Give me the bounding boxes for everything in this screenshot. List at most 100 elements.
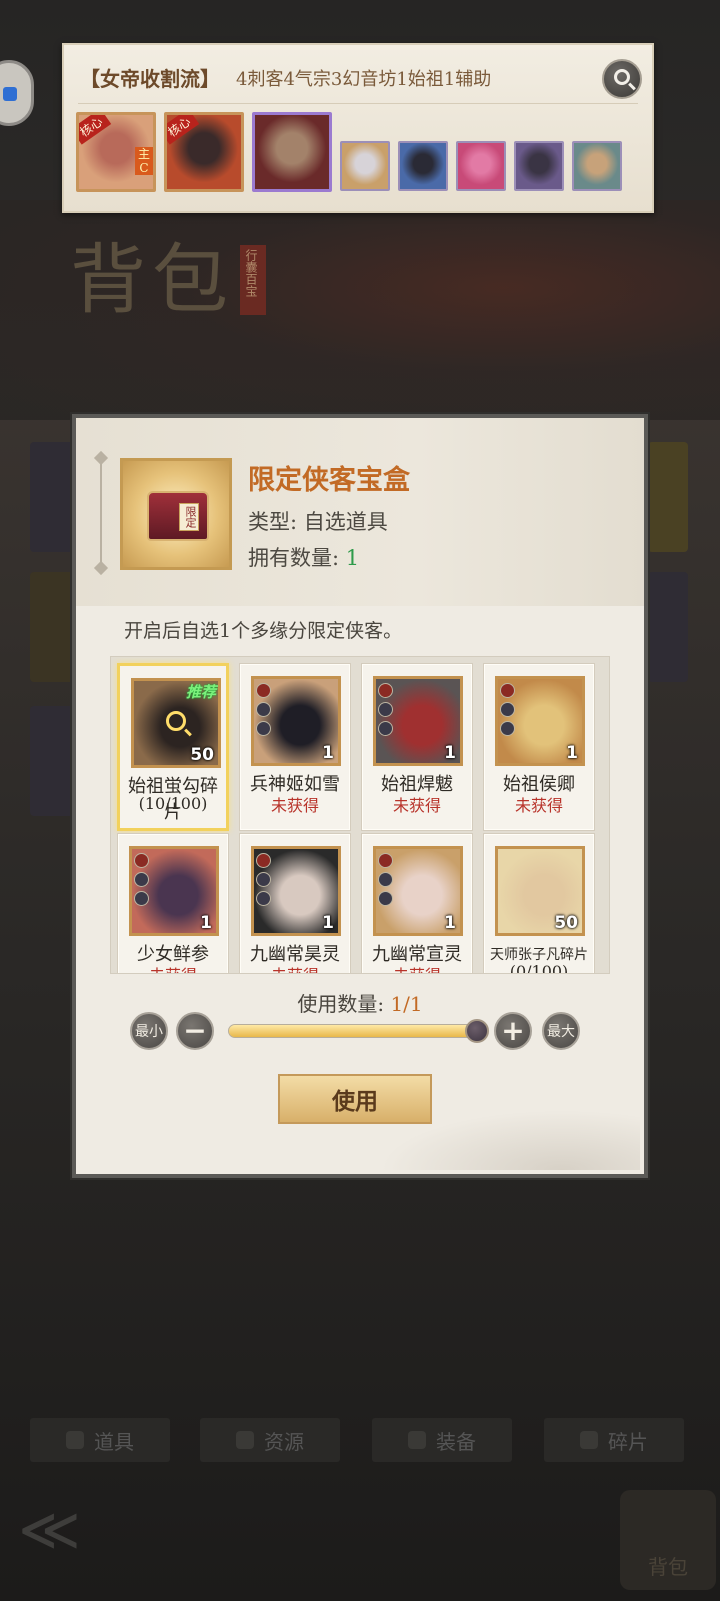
decrease-button[interactable]: − bbox=[176, 1012, 214, 1050]
magnifier-icon[interactable] bbox=[166, 711, 186, 731]
equipment-icon bbox=[408, 1431, 426, 1449]
item-count: 1 bbox=[566, 743, 578, 763]
faction-icon bbox=[134, 891, 149, 906]
hero-card[interactable]: 50 天师张子凡碎片 (0/100) bbox=[483, 833, 595, 974]
max-button[interactable]: 最大 bbox=[542, 1012, 580, 1050]
slider-fill bbox=[229, 1025, 477, 1037]
faction-icon bbox=[256, 702, 271, 717]
faction-icon bbox=[256, 872, 271, 887]
hero-card[interactable]: 1 兵神姬如雪 未获得 bbox=[239, 663, 351, 831]
bag-button-label: 背包 bbox=[648, 1555, 688, 1579]
hero-face bbox=[458, 143, 504, 189]
hero-card[interactable]: 推荐 50 始祖蛍勾碎片 (10/100) bbox=[117, 663, 229, 831]
tab-resources[interactable]: 资源 bbox=[200, 1418, 340, 1462]
chat-icon bbox=[3, 87, 17, 101]
hero-status: (10/100) bbox=[138, 794, 208, 813]
background-title: 背包 bbox=[70, 235, 234, 324]
divider bbox=[78, 103, 638, 104]
plus-icon: + bbox=[501, 1014, 525, 1047]
lineup-banner[interactable]: 【女帝收割流】 4刺客4气宗3幻音坊1始祖1辅助 核心 主C 核心 bbox=[62, 43, 654, 213]
faction-badges bbox=[256, 683, 274, 740]
search-icon bbox=[614, 69, 630, 85]
lineup-hero-portrait[interactable] bbox=[340, 141, 390, 191]
lineup-search-button[interactable] bbox=[602, 59, 642, 99]
minus-icon: − bbox=[183, 1014, 207, 1047]
faction-icon bbox=[500, 721, 515, 736]
lineup-hero-portrait[interactable]: 核心 bbox=[164, 112, 244, 192]
use-count-label: 使用数量: bbox=[297, 992, 391, 1016]
item-count: 1 bbox=[322, 743, 334, 763]
item-count: 1 bbox=[322, 913, 334, 933]
faction-icon bbox=[134, 853, 149, 868]
lineup-hero-portrait[interactable] bbox=[252, 112, 332, 192]
decor-rail bbox=[100, 458, 102, 568]
hero-status: (0/100) bbox=[509, 962, 569, 974]
hero-status: 未获得 bbox=[118, 962, 228, 973]
hero-card[interactable]: 1 始祖焊魃 未获得 bbox=[361, 663, 473, 831]
lineup-hero-portrait[interactable] bbox=[572, 141, 622, 191]
hero-face bbox=[574, 143, 620, 189]
hero-card[interactable]: 1 始祖侯卿 未获得 bbox=[483, 663, 595, 831]
faction-icon bbox=[256, 721, 271, 736]
hero-card[interactable]: 1九幽常昊灵未获得 bbox=[239, 833, 351, 973]
lineup-hero-portrait[interactable] bbox=[514, 141, 564, 191]
fragments-icon bbox=[580, 1431, 598, 1449]
background-item-slot bbox=[648, 572, 688, 682]
faction-icon bbox=[500, 683, 515, 698]
hero-face bbox=[400, 143, 446, 189]
lineup-description: 4刺客4气宗3幻音坊1始祖1辅助 bbox=[236, 69, 492, 90]
hero-face bbox=[516, 143, 562, 189]
item-count: 1 bbox=[444, 743, 456, 763]
tab-resources-label: 资源 bbox=[264, 1429, 304, 1454]
faction-badges bbox=[500, 683, 518, 740]
tab-equipment-label: 装备 bbox=[436, 1429, 476, 1454]
background-item-slot bbox=[30, 706, 76, 816]
faction-icon bbox=[378, 702, 393, 717]
item-name: 限定侠客宝盒 bbox=[248, 465, 410, 496]
hero-status: 未获得 bbox=[392, 796, 441, 815]
lineup-hero-portrait[interactable]: 核心 主C bbox=[76, 112, 156, 192]
tab-fragments[interactable]: 碎片 bbox=[544, 1418, 684, 1462]
items-icon bbox=[66, 1431, 84, 1449]
lineup-hero-portrait[interactable] bbox=[398, 141, 448, 191]
back-button[interactable]: ≪ bbox=[18, 1500, 98, 1560]
quantity-slider[interactable] bbox=[228, 1019, 489, 1043]
hero-portrait: 1 bbox=[373, 846, 463, 936]
item-type: 类型: 自选道具 bbox=[248, 510, 388, 534]
hero-choice-grid[interactable]: 推荐 50 始祖蛍勾碎片 (10/100) 1 兵神姬如雪 未获得 1 始祖焊魃 未获得 1 始祖侯卿… bbox=[110, 656, 610, 974]
lineup-title: 【女帝收割流】 bbox=[80, 67, 220, 91]
treasure-chest-icon: 限定 bbox=[147, 491, 209, 541]
background-item-slot bbox=[30, 572, 76, 682]
item-count: 1 bbox=[444, 913, 456, 933]
item-count: 50 bbox=[190, 745, 214, 765]
faction-badges bbox=[378, 683, 396, 740]
faction-icon bbox=[500, 702, 515, 717]
faction-icon bbox=[378, 853, 393, 868]
recommend-tag: 推荐 bbox=[185, 683, 216, 701]
lineup-hero-portrait[interactable] bbox=[456, 141, 506, 191]
min-label: 最小 bbox=[135, 1024, 163, 1040]
hero-status: 未获得 bbox=[270, 796, 319, 815]
hero-portrait: 推荐 50 bbox=[131, 678, 221, 768]
hero-name: 天师张子凡碎片 bbox=[490, 947, 588, 963]
hero-status: 未获得 bbox=[514, 796, 563, 815]
slider-handle[interactable] bbox=[465, 1019, 489, 1043]
hero-portrait: 1 bbox=[129, 846, 219, 936]
min-button[interactable]: 最小 bbox=[130, 1012, 168, 1050]
hero-face bbox=[255, 115, 329, 189]
side-float-button[interactable] bbox=[0, 60, 34, 126]
faction-badges bbox=[378, 853, 396, 910]
bag-button[interactable]: 背包 bbox=[620, 1490, 716, 1590]
max-label: 最大 bbox=[547, 1024, 575, 1040]
faction-icon bbox=[134, 872, 149, 887]
hero-card[interactable]: 1九幽常宣灵未获得 bbox=[361, 833, 473, 973]
item-count: 50 bbox=[554, 913, 578, 933]
chest-lock-tag: 限定 bbox=[179, 503, 199, 531]
increase-button[interactable]: + bbox=[494, 1012, 532, 1050]
hero-card[interactable]: 1少女鲜参未获得 bbox=[117, 833, 229, 973]
item-dialog: 限定 限定侠客宝盒 类型: 自选道具 拥有数量: 1 开启后自选1个多缘分限定侠… bbox=[72, 414, 648, 1178]
faction-badges bbox=[134, 853, 152, 910]
tab-items[interactable]: 道具 bbox=[30, 1418, 170, 1462]
faction-icon bbox=[378, 891, 393, 906]
tab-equipment[interactable]: 装备 bbox=[372, 1418, 512, 1462]
